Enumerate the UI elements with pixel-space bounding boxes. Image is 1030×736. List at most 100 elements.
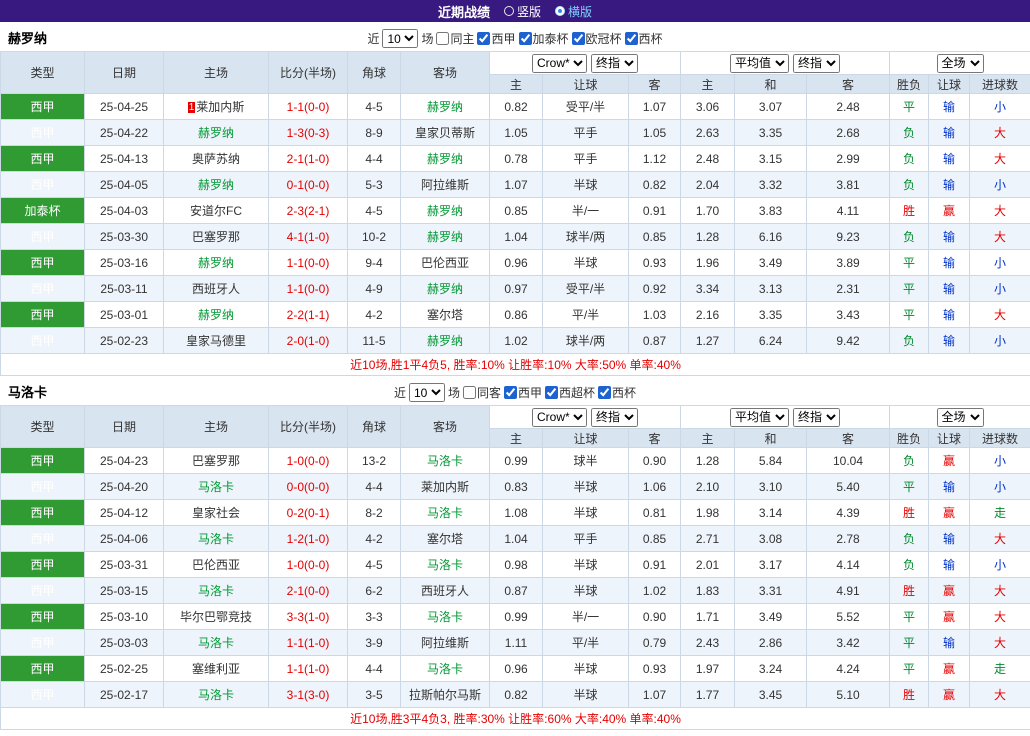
score-cell[interactable]: 0-2(0-1): [268, 499, 348, 526]
home-team-cell[interactable]: 巴伦西亚: [163, 551, 269, 578]
column-header: 角球: [347, 51, 401, 94]
avg-provider-select[interactable]: 平均值: [730, 53, 789, 73]
away-team-cell[interactable]: 塞尔塔: [400, 525, 490, 552]
odds-provider-select[interactable]: Crow*: [532, 407, 587, 427]
home-team-cell[interactable]: 赫罗纳: [163, 119, 269, 146]
away-team-cell[interactable]: 马洛卡: [400, 499, 490, 526]
away-team-cell[interactable]: 马洛卡: [400, 447, 490, 474]
odds-provider-select[interactable]: Crow*: [532, 53, 587, 73]
recent-count-select[interactable]: 10: [382, 29, 419, 48]
score-cell[interactable]: 1-1(1-0): [268, 629, 348, 656]
avg-away-cell: 9.23: [805, 223, 891, 250]
league-checkbox-input[interactable]: [477, 32, 491, 45]
odds-stage-select[interactable]: 终指: [591, 53, 638, 73]
avg-stage-select[interactable]: 终指: [793, 53, 840, 73]
home-team-cell[interactable]: 皇家社会: [163, 499, 269, 526]
league-checkbox[interactable]: 欧冠杯: [571, 30, 622, 47]
away-team-cell[interactable]: 莱加内斯: [400, 473, 490, 500]
away-team-cell[interactable]: 赫罗纳: [400, 145, 490, 172]
league-checkbox-input[interactable]: [598, 386, 612, 399]
away-team-cell[interactable]: 赫罗纳: [400, 197, 490, 224]
away-team-cell[interactable]: 赫罗纳: [400, 327, 490, 354]
away-team-cell[interactable]: 巴伦西亚: [400, 249, 490, 276]
home-team-cell[interactable]: 西班牙人: [163, 275, 269, 302]
score-cell[interactable]: 2-1(1-0): [268, 145, 348, 172]
score-cell[interactable]: 4-1(1-0): [268, 223, 348, 250]
same-side-checkbox[interactable]: 同主: [436, 30, 474, 47]
score-cell[interactable]: 2-0(1-0): [268, 327, 348, 354]
away-team-cell[interactable]: 马洛卡: [400, 655, 490, 682]
home-team-cell[interactable]: 奥萨苏纳: [163, 145, 269, 172]
league-checkbox[interactable]: 西超杯: [545, 384, 595, 401]
home-team-cell[interactable]: 马洛卡: [163, 473, 269, 500]
same-side-checkbox-input[interactable]: [436, 32, 450, 45]
league-checkbox-input[interactable]: [571, 32, 585, 45]
away-team-cell[interactable]: 阿拉维斯: [400, 629, 490, 656]
radio-vertical[interactable]: 竖版: [503, 3, 541, 20]
score-cell[interactable]: 0-0(0-0): [268, 473, 348, 500]
result-wdl-cell: 平: [889, 603, 930, 630]
away-team-cell[interactable]: 拉斯帕尔马斯: [400, 681, 490, 708]
home-team-cell[interactable]: 皇家马德里: [163, 327, 269, 354]
score-cell[interactable]: 3-1(3-0): [268, 681, 348, 708]
score-cell[interactable]: 1-0(0-0): [268, 551, 348, 578]
home-team-cell[interactable]: 毕尔巴鄂竞技: [163, 603, 269, 630]
home-team-cell[interactable]: 赫罗纳: [163, 171, 269, 198]
score-cell[interactable]: 2-3(2-1): [268, 197, 348, 224]
league-checkbox[interactable]: 西杯: [598, 384, 636, 401]
home-team-cell[interactable]: 马洛卡: [163, 525, 269, 552]
home-team-cell[interactable]: 塞维利亚: [163, 655, 269, 682]
odds-stage-select[interactable]: 终指: [591, 407, 638, 427]
away-team-cell[interactable]: 赫罗纳: [400, 275, 490, 302]
away-team-cell[interactable]: 马洛卡: [400, 551, 490, 578]
league-checkbox-input[interactable]: [545, 386, 559, 399]
same-side-checkbox[interactable]: 同客: [462, 384, 501, 401]
score-cell[interactable]: 1-3(0-3): [268, 119, 348, 146]
away-team-cell[interactable]: 赫罗纳: [400, 93, 490, 120]
home-team-cell[interactable]: 1 莱加内斯: [163, 93, 269, 120]
away-team-cell[interactable]: 赫罗纳: [400, 223, 490, 250]
away-team-cell[interactable]: 阿拉维斯: [400, 171, 490, 198]
league-checkbox[interactable]: 西甲: [504, 384, 542, 401]
odds-home-cell: 0.97: [489, 275, 543, 302]
score-cell[interactable]: 1-0(0-0): [268, 447, 348, 474]
home-team-cell[interactable]: 马洛卡: [163, 629, 269, 656]
home-team-cell[interactable]: 马洛卡: [163, 681, 269, 708]
home-team-cell[interactable]: 马洛卡: [163, 577, 269, 604]
score-cell[interactable]: 2-1(0-0): [268, 577, 348, 604]
score-cell[interactable]: 1-2(1-0): [268, 525, 348, 552]
avg-stage-select[interactable]: 终指: [793, 407, 840, 427]
score-cell[interactable]: 0-1(0-0): [268, 171, 348, 198]
league-checkbox[interactable]: 西甲: [477, 30, 516, 47]
home-team-cell[interactable]: 安道尔FC: [163, 197, 269, 224]
league-checkbox-input[interactable]: [624, 32, 638, 45]
home-team-cell[interactable]: 赫罗纳: [163, 301, 269, 328]
radio-horizontal[interactable]: 横版: [555, 3, 592, 20]
away-team-cell[interactable]: 皇家贝蒂斯: [400, 119, 490, 146]
same-side-checkbox-input[interactable]: [462, 386, 476, 399]
scope-select[interactable]: 全场: [936, 407, 984, 427]
league-checkbox-input[interactable]: [518, 32, 532, 45]
league-checkbox[interactable]: 西杯: [624, 30, 663, 47]
away-team-cell[interactable]: 塞尔塔: [400, 301, 490, 328]
home-team-cell[interactable]: 巴塞罗那: [163, 223, 269, 250]
home-team-cell[interactable]: 巴塞罗那: [163, 447, 269, 474]
league-checkbox-input[interactable]: [504, 386, 517, 399]
team-section: 赫罗纳近 10 场同主 西甲 加泰杯 欧冠杯 西杯 类型 日期 主场 比分(半场) 角球 客场 Crow*…: [0, 22, 1030, 376]
avg-provider-select[interactable]: 平均值: [730, 407, 789, 427]
score-cell[interactable]: 1-1(0-0): [268, 275, 348, 302]
score-cell[interactable]: 1-1(0-0): [268, 93, 348, 120]
score-cell[interactable]: 2-2(1-1): [268, 301, 348, 328]
score-cell[interactable]: 3-3(1-0): [268, 603, 348, 630]
away-team-cell[interactable]: 马洛卡: [400, 603, 490, 630]
away-team-cell[interactable]: 西班牙人: [400, 577, 490, 604]
score-cell[interactable]: 1-1(0-0): [268, 249, 348, 276]
score-cell[interactable]: 1-1(1-0): [268, 655, 348, 682]
league-checkbox[interactable]: 加泰杯: [518, 30, 569, 47]
games-label: 场: [447, 386, 460, 400]
recent-count-select[interactable]: 10: [408, 383, 445, 402]
home-team-cell[interactable]: 赫罗纳: [163, 249, 269, 276]
result-handicap-cell: 赢: [928, 681, 971, 708]
avg-home-cell: 1.28: [680, 447, 735, 474]
scope-select[interactable]: 全场: [936, 53, 984, 73]
